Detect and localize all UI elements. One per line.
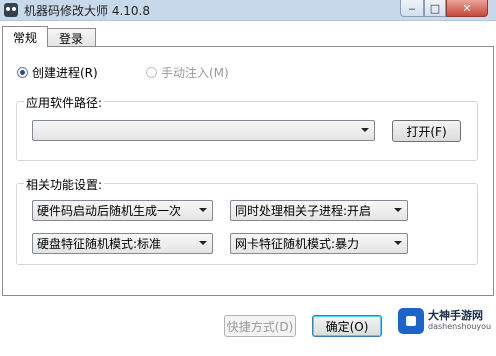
chevron-down-icon <box>199 241 207 245</box>
create-process-radio[interactable] <box>17 67 28 78</box>
open-file-button[interactable]: 打开(F) <box>392 120 461 142</box>
app-icon <box>4 3 18 17</box>
disk-mode-combo[interactable]: 硬盘特征随机模式:标准 <box>32 233 213 254</box>
create-process-option[interactable]: 创建进程(R) <box>17 64 98 81</box>
create-process-label: 创建进程(R) <box>32 66 98 80</box>
hardware-code-value: 硬件码启动后随机生成一次 <box>37 204 182 218</box>
app-path-group-title: 应用软件路径: <box>24 94 105 111</box>
manual-inject-option: 手动注入(M) <box>146 64 229 81</box>
chevron-down-icon <box>394 208 402 212</box>
settings-group-title: 相关功能设置: <box>24 176 105 193</box>
nic-mode-combo[interactable]: 网卡特征随机模式:暴力 <box>230 233 408 254</box>
watermark-text: 大神手游网 dashenshouyou <box>428 310 491 332</box>
watermark: 大神手游网 dashenshouyou <box>398 308 491 334</box>
tab-general[interactable]: 常规 <box>2 26 48 47</box>
close-button[interactable]: ✕ <box>446 0 488 17</box>
manual-inject-label: 手动注入(M) <box>161 66 229 80</box>
child-process-combo[interactable]: 同时处理相关子进程:开启 <box>230 200 408 221</box>
chevron-down-icon <box>394 241 402 245</box>
disk-mode-value: 硬盘特征随机模式:标准 <box>37 237 162 251</box>
app-path-combo[interactable] <box>32 120 375 141</box>
maximize-button[interactable]: □ <box>424 0 446 17</box>
shortcut-button: 快捷方式(D) <box>224 315 296 337</box>
watermark-url: dashenshouyou <box>428 322 492 331</box>
nic-mode-value: 网卡特征随机模式:暴力 <box>235 237 360 251</box>
chevron-down-icon <box>199 208 207 212</box>
window-controls: ‒ □ ✕ <box>400 0 488 18</box>
watermark-name: 大神手游网 <box>428 309 483 322</box>
ok-button[interactable]: 确定(O) <box>312 315 382 337</box>
title-bar: 机器码修改大师 4.10.8 ‒ □ ✕ <box>0 0 496 21</box>
manual-inject-radio <box>146 67 157 78</box>
hardware-code-combo[interactable]: 硬件码启动后随机生成一次 <box>32 200 213 221</box>
chevron-down-icon <box>361 128 369 132</box>
child-process-value: 同时处理相关子进程:开启 <box>235 204 372 218</box>
watermark-logo-icon <box>398 308 424 334</box>
tab-login[interactable]: 登录 <box>46 28 96 48</box>
minimize-button[interactable]: ‒ <box>400 0 424 17</box>
window-title: 机器码修改大师 4.10.8 <box>24 4 150 18</box>
